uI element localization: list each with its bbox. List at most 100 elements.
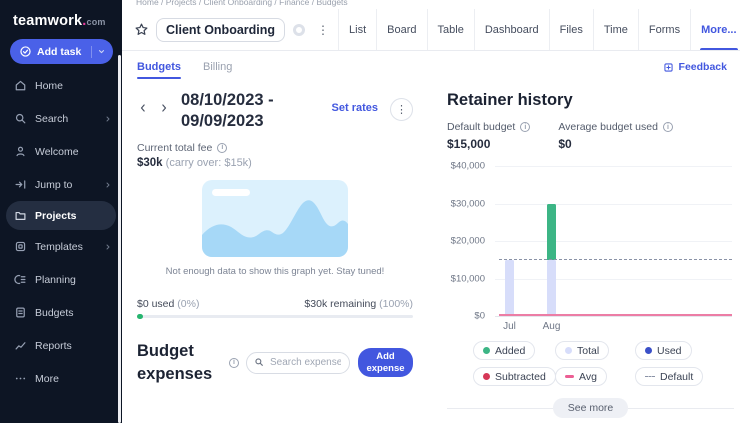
budget-options-button[interactable] [390,98,413,121]
retainer-chart-ylabels: $0$10,000$20,000$30,000$40,000 [447,166,489,316]
breadcrumb[interactable]: Home / Projects / Client Onboarding / Fi… [122,0,740,7]
budget-progress: $0 used (0%) $30k remaining (100%) [137,298,413,319]
sidebar-item-welcome[interactable]: Welcome [0,135,122,168]
legend-item-default[interactable]: Default [635,367,703,386]
sidebar-scrollbar[interactable] [118,55,121,423]
average-budget-stat: Average budget used $0 [558,121,673,151]
sidebar-item-label: Home [35,80,63,92]
sidebar-item-templates[interactable]: Templates [0,230,122,263]
gridline [495,279,732,280]
current-fee-block: Current total fee $30k (carry over: $15k… [137,142,413,169]
tab-more[interactable]: More... [690,9,740,50]
reports-icon [14,339,27,352]
sidebar-item-label: Templates [35,241,83,253]
divider [91,46,92,58]
sidebar-item-label: Budgets [35,307,74,319]
remaining-label: $30k remaining (100%) [304,298,413,310]
average-budget-label: Average budget used [558,121,658,133]
date-range-title: 08/10/2023 - 09/09/2023 [181,90,332,133]
sidebar-item-label: Projects [35,210,76,222]
legend-item-subtracted[interactable]: Subtracted [473,367,556,386]
sidebar-item-label: Reports [35,340,72,352]
templates-icon [14,240,27,253]
app-window: teamwork.com Add task Home Search Welcom… [0,0,740,423]
gridline [495,166,732,167]
tab-budgets[interactable]: Budgets [137,61,181,81]
tab-dashboard[interactable]: Dashboard [474,9,549,50]
legend-item-used[interactable]: Used [635,341,692,360]
sidebar-item-more[interactable]: More [0,362,122,395]
sidebar-item-label: Planning [35,274,76,286]
teamwork-logo[interactable]: teamwork.com [0,0,122,29]
legend-item-added[interactable]: Added [473,341,535,360]
retainer-panel: Retainer history Default budget $15,000 … [447,81,734,423]
set-rates-link[interactable]: Set rates [332,102,378,114]
tab-billing[interactable]: Billing [203,61,232,81]
feedback-icon [663,62,674,73]
more-icon [14,372,27,385]
divider [447,408,553,409]
content: 08/10/2023 - 09/09/2023 Set rates Curren… [122,81,740,423]
placeholder-pill [212,189,250,196]
info-icon[interactable] [520,122,530,132]
remaining-pct: (100%) [379,298,413,310]
prev-period-button[interactable] [137,102,149,114]
sidebar-item-label: Search [35,113,68,125]
info-icon[interactable] [217,143,227,153]
sidebar-item-search[interactable]: Search [0,102,122,135]
gridline [495,316,732,317]
progress-ring [293,24,305,36]
welcome-icon [14,145,27,158]
search-icon [254,357,264,367]
x-tick-label: Aug [543,321,561,332]
legend-marker [483,347,490,354]
budget-tabs-row: Budgets Billing Feedback [122,51,740,81]
projects-icon [14,209,27,222]
y-tick-label: $0 [474,311,485,322]
star-icon[interactable] [134,22,149,37]
tab-board[interactable]: Board [376,9,426,50]
kebab-menu-icon[interactable] [314,23,332,37]
sidebar-item-label: Welcome [35,146,79,158]
project-title[interactable]: Client Onboarding [156,18,285,42]
sidebar-item-label: Jump to [35,179,72,191]
legend-item-avg[interactable]: Avg [555,367,607,386]
default-budget-stat: Default budget $15,000 [447,121,530,151]
add-task-button[interactable]: Add task [10,39,113,64]
tab-table[interactable]: Table [427,9,474,50]
see-more-row: See more [447,398,734,418]
info-icon[interactable] [229,358,239,368]
refline-default [499,259,732,260]
chevron-right-icon [104,181,112,189]
sidebar-item-planning[interactable]: Planning [0,263,122,296]
search-expenses [246,352,350,374]
breadcrumb-row: Home / Projects / Client Onboarding / Fi… [122,0,740,9]
sidebar-item-budgets[interactable]: Budgets [0,296,122,329]
retainer-chart-xlabels: JulAug [495,321,732,333]
next-period-button[interactable] [158,102,170,114]
tab-time[interactable]: Time [593,9,638,50]
retainer-stats: Default budget $15,000 Average budget us… [447,121,734,151]
refline-avg [499,314,732,316]
add-expense-button[interactable]: Add expense [358,348,413,377]
fee-value: $30k [137,157,163,169]
legend-marker [483,373,490,380]
retainer-chart: $0$10,000$20,000$30,000$40,000 JulAug [447,160,734,334]
see-more-button[interactable]: See more [553,398,629,418]
tab-forms[interactable]: Forms [638,9,690,50]
chevron-down-icon[interactable] [97,47,106,56]
tab-files[interactable]: Files [549,9,593,50]
sidebar-item-home[interactable]: Home [0,69,122,102]
sidebar-item-reports[interactable]: Reports [0,329,122,362]
check-circle-icon [19,45,32,58]
sidebar-item-projects[interactable]: Projects [6,201,116,230]
logo-brand: teamwork [13,13,82,29]
legend-marker [645,347,652,354]
budget-panel: 08/10/2023 - 09/09/2023 Set rates Curren… [137,81,413,423]
legend-item-total[interactable]: Total [555,341,609,360]
feedback-link[interactable]: Feedback [663,61,727,73]
sidebar-item-jump-to[interactable]: Jump to [0,168,122,201]
info-icon[interactable] [663,122,673,132]
tab-list[interactable]: List [338,9,376,50]
empty-graph-placeholder [202,180,348,257]
